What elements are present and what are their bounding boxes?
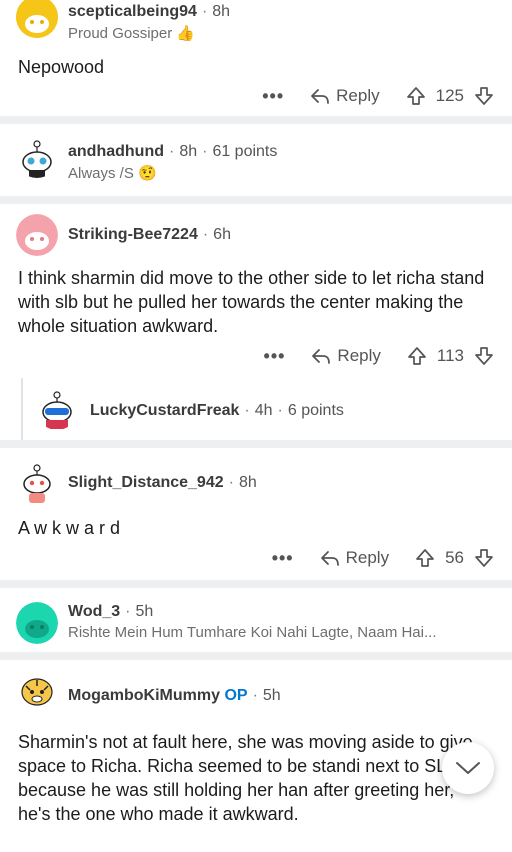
username[interactable]: LuckyCustardFreak (90, 402, 239, 419)
comment-separator (0, 652, 512, 660)
comment-meta: Wod_3 · 5h (68, 603, 154, 620)
comment-body: A w k w a r d (18, 518, 121, 538)
timestamp: 8h (212, 3, 231, 20)
vote-control: 56 (415, 548, 494, 568)
avatar[interactable] (16, 214, 58, 256)
vote-score: 56 (445, 548, 464, 567)
vote-score: 113 (436, 346, 464, 365)
upvote-icon[interactable] (406, 86, 426, 106)
snoo-avatar-icon (16, 670, 58, 712)
downvote-icon[interactable] (474, 346, 494, 366)
username[interactable]: andhadhund (68, 143, 164, 160)
more-options-button[interactable]: ••• (262, 86, 284, 107)
snoo-avatar-icon (16, 602, 58, 644)
timestamp: 4h (254, 402, 273, 419)
vote-score: 125 (435, 86, 464, 105)
vote-control: 113 (407, 346, 494, 366)
comment-andhadhund[interactable]: andhadhund · 8h · 61 points Always /S 🤨 (0, 124, 512, 196)
comment-wod-3[interactable]: Wod_3 · 5h Rishte Mein Hum Tumhare Koi Nah… (0, 588, 512, 652)
points: 6 points (287, 402, 344, 419)
comment-meta: LuckyCustardFreak · 4h · 6 points (90, 402, 344, 419)
comment-mogambokimummy: MogamboKiMummy OP · 5h Sharmin's not at fa… (0, 660, 512, 852)
user-flair: Proud Gossiper 👍 (68, 25, 196, 42)
comment-body: Sharmin's not at fault here, she was mov… (18, 732, 473, 824)
reply-button[interactable]: Reply (311, 346, 381, 366)
comment-meta: Slight_Distance_942 · 8h (68, 474, 257, 491)
avatar[interactable] (16, 0, 58, 38)
timestamp: 6h (213, 226, 231, 243)
comment-actions: ••• Reply 125 (262, 82, 494, 110)
scroll-next-button[interactable] (442, 742, 494, 794)
op-badge: OP (224, 687, 248, 704)
comment-luckycustardfreak[interactable]: LuckyCustardFreak · 4h · 6 points (30, 374, 512, 440)
points: 61 points (212, 143, 278, 160)
comment-meta: andhadhund · 8h · 61 points (68, 143, 278, 160)
vote-control: 125 (406, 86, 494, 106)
avatar[interactable] (36, 388, 78, 430)
reply-label: Reply (336, 86, 380, 105)
username[interactable]: Striking-Bee7224 (68, 226, 198, 243)
comment-separator (0, 116, 512, 124)
comment-separator (0, 196, 512, 204)
chevron-down-icon (456, 762, 480, 774)
avatar[interactable] (16, 602, 58, 644)
comment-body: Nepowood (18, 57, 105, 77)
snoo-avatar-icon (36, 388, 78, 430)
downvote-icon[interactable] (474, 548, 494, 568)
reply-label: Reply (345, 548, 390, 567)
comment-striking-bee: Striking-Bee7224 · 6h I think sharmin did … (0, 204, 512, 374)
comment-actions: ••• Reply 113 (264, 342, 494, 370)
reply-arrow-icon (311, 89, 330, 104)
avatar[interactable] (16, 462, 58, 504)
more-options-button[interactable]: ••• (272, 548, 294, 569)
snoo-avatar-icon (16, 0, 58, 38)
timestamp: 5h (135, 603, 154, 620)
snoo-avatar-icon (16, 462, 58, 504)
comment-scepticalbeing94: scepticalbeing94 · 8h Proud Gossiper 👍 Nep… (0, 0, 512, 116)
snoo-avatar-icon (16, 214, 58, 256)
comment-separator (0, 580, 512, 588)
comment-actions: ••• Reply 56 (272, 544, 494, 572)
username[interactable]: Slight_Distance_942 (68, 474, 224, 491)
upvote-icon[interactable] (415, 548, 435, 568)
reply-arrow-icon (312, 349, 331, 364)
username[interactable]: scepticalbeing94 (68, 3, 197, 20)
timestamp: 8h (238, 474, 257, 491)
reply-button[interactable]: Reply (320, 548, 389, 568)
user-flair: Rishte Mein Hum Tumhare Koi Nahi Lagte, … (68, 624, 437, 641)
timestamp: 8h (179, 143, 198, 160)
username[interactable]: Wod_3 (68, 603, 120, 620)
reply-arrow-icon (320, 551, 339, 566)
user-flair: Always /S 🤨 (68, 165, 157, 182)
upvote-icon[interactable] (407, 346, 427, 366)
comment-meta: MogamboKiMummy OP · 5h (68, 687, 281, 704)
timestamp: 5h (262, 687, 281, 704)
username[interactable]: MogamboKiMummy (68, 687, 220, 704)
snoo-avatar-icon (16, 136, 58, 178)
comment-meta: scepticalbeing94 · 8h (68, 3, 231, 20)
downvote-icon[interactable] (474, 86, 494, 106)
reply-button[interactable]: Reply (310, 86, 380, 106)
comment-separator (0, 440, 512, 448)
comment-meta: Striking-Bee7224 · 6h (68, 226, 231, 243)
comment-body: I think sharmin did move to the other si… (18, 268, 485, 336)
comment-slight-distance: Slight_Distance_942 · 8h A w k w a r d •••… (0, 448, 512, 580)
thread-line[interactable] (21, 378, 23, 440)
more-options-button[interactable]: ••• (264, 346, 286, 367)
reply-label: Reply (337, 346, 381, 365)
avatar[interactable] (16, 136, 58, 178)
avatar[interactable] (16, 670, 58, 712)
